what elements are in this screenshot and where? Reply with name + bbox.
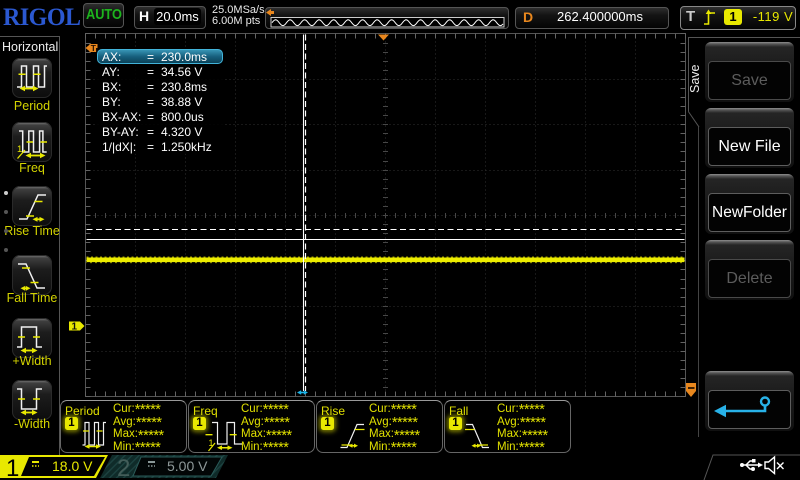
svg-text:2: 2 — [117, 455, 130, 480]
svg-text:5.00 V: 5.00 V — [167, 458, 208, 474]
svg-text:1: 1 — [6, 455, 19, 480]
svg-text:18.0 V: 18.0 V — [52, 458, 93, 474]
svg-text:Save: Save — [688, 64, 702, 93]
svg-text:1: 1 — [72, 322, 78, 333]
